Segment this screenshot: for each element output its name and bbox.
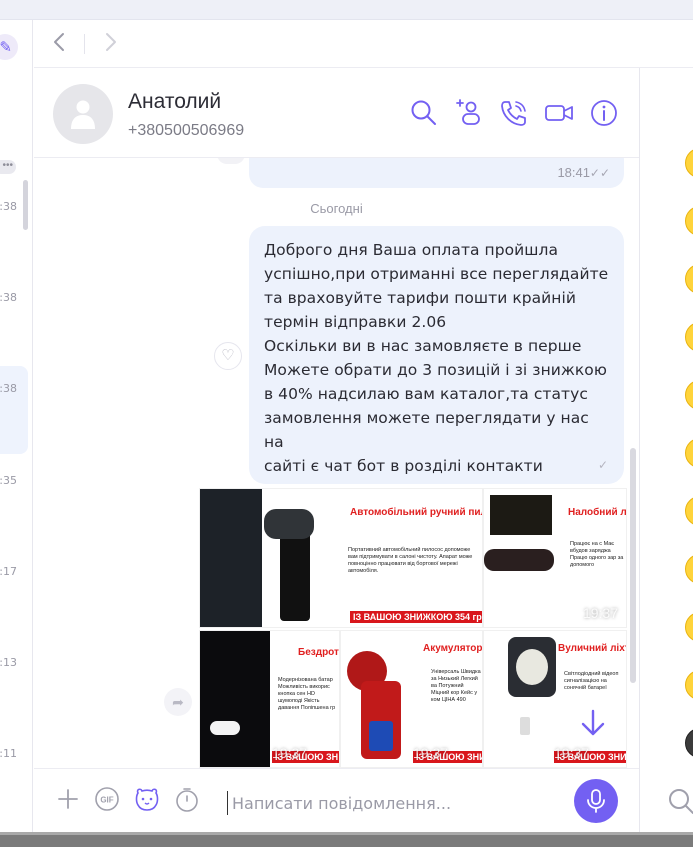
avatar[interactable]	[53, 84, 113, 144]
delivered-check-icon: ✓✓	[589, 166, 610, 180]
chat-time: 5:11	[0, 747, 17, 760]
plus-icon[interactable]	[56, 787, 80, 816]
photo-grid: Автомобільний ручний пилосос Портативний…	[199, 488, 627, 768]
emoji-icon[interactable]	[685, 554, 693, 584]
photo-vacuum[interactable]: Автомобільний ручний пилосос Портативний…	[199, 488, 483, 628]
emoji-icon[interactable]	[685, 496, 693, 526]
message-bubble[interactable]: Доброго дня Ваша оплата пройшла успішно,…	[249, 226, 624, 484]
chat-time: 5:17	[0, 565, 17, 578]
info-icon[interactable]	[589, 98, 619, 128]
messages-scrollbar[interactable]	[630, 448, 636, 683]
gif-icon[interactable]: GIF	[94, 787, 120, 816]
chat-time: 8:35	[0, 474, 17, 487]
viber-window: ✎ ••• 9:38 9:38 9:38 8:35 5:17 5:13 5:11…	[0, 0, 693, 847]
emoji-icon[interactable]	[685, 438, 693, 468]
like-icon[interactable]	[217, 158, 245, 164]
photo-street-lamp[interactable]: Вуличний ліхтар у в Світлодіодний відеоп…	[483, 630, 627, 768]
video-call-icon[interactable]	[544, 98, 574, 128]
photo-description: Універсаль Швидка за Низький Легкий ва П…	[431, 669, 481, 703]
day-separator: Сьогодні	[34, 201, 639, 216]
emoji-icon[interactable]	[685, 148, 693, 178]
sticker-icon[interactable]	[134, 787, 160, 816]
heart-icon[interactable]: ♡	[214, 342, 242, 370]
scroll-down-arrow-icon[interactable]	[571, 701, 615, 745]
chat-list-scrollbar[interactable]	[23, 180, 28, 230]
previous-message-bubble[interactable]: 18:41 ✓✓	[249, 158, 624, 188]
selected-chat-highlight[interactable]	[0, 366, 28, 454]
share-icon[interactable]: ➦	[164, 688, 192, 716]
chat-list-panel: ✎ ••• 9:38 9:38 9:38 8:35 5:17 5:13 5:11	[0, 20, 33, 832]
photo-title: Вуличний ліхтар у в	[558, 643, 626, 654]
message-input[interactable]	[227, 791, 547, 815]
emoji-icon[interactable]	[685, 206, 693, 236]
add-participant-icon[interactable]	[454, 98, 484, 128]
photo-title: Бездрото	[298, 647, 339, 658]
search-icon[interactable]	[666, 786, 693, 821]
photo-description: Модернізована батар Можливість викорис к…	[278, 677, 336, 711]
compose-icon[interactable]: ✎	[0, 34, 18, 60]
photo-title: Автомобільний ручний пилосос	[350, 507, 482, 518]
voice-call-icon[interactable]	[499, 98, 529, 128]
photo-description: Світлодіодний відеоп сигналізацією на со…	[564, 671, 619, 691]
message-composer: GIF	[34, 768, 639, 832]
emoji-icon[interactable]	[685, 322, 693, 352]
chat-header: Анатолий +380500506969	[34, 68, 639, 158]
timer-icon[interactable]	[174, 787, 200, 818]
search-icon[interactable]	[409, 98, 439, 128]
emoji-icon[interactable]	[685, 670, 693, 700]
sticker-panel	[639, 68, 693, 832]
emoji-icon[interactable]	[685, 612, 693, 642]
microphone-button[interactable]	[574, 779, 618, 823]
chat-time: 5:13	[0, 656, 17, 669]
photo-time: 19:37	[582, 605, 618, 621]
chat-time: 9:38	[0, 382, 17, 395]
window-bottom-strip	[0, 832, 693, 847]
photo-description: Працює на с Має вбудов заряджа Працю одн…	[570, 541, 624, 568]
photo-time: 19:37	[413, 745, 449, 761]
message-time: 18:41	[557, 165, 590, 180]
message-text: Доброго дня Ваша оплата пройшла успішно,…	[264, 241, 609, 475]
emoji-icon[interactable]	[685, 264, 693, 294]
svg-text:GIF: GIF	[100, 796, 113, 805]
sent-check-icon: ✓	[597, 458, 608, 472]
photo-time: 19:37	[272, 745, 308, 761]
photo-headlamp[interactable]: Налобний лі Працює на с Має вбудов заряд…	[483, 488, 627, 628]
photo-description: Портативний автомобільний пилосос допомо…	[348, 547, 473, 574]
contact-phone: +380500506969	[128, 122, 245, 139]
chevron-right-icon[interactable]	[100, 31, 122, 55]
navigation-bar	[34, 20, 693, 68]
photo-title: Акумуляторна б	[423, 643, 483, 654]
chat-time: 9:38	[0, 291, 17, 304]
contact-name[interactable]: Анатолий	[128, 90, 221, 114]
emoji-icon[interactable]	[685, 380, 693, 410]
photo-title: Налобний лі	[568, 507, 627, 518]
photo-grinder[interactable]: Акумуляторна б Універсаль Швидка за Низь…	[340, 630, 483, 768]
chevron-left-icon[interactable]	[50, 31, 72, 55]
emoji-icon[interactable]	[685, 728, 693, 758]
window-top-strip	[0, 0, 693, 20]
messages-area[interactable]: 18:41 ✓✓ Сьогодні ♡ Доброго дня Ваша опл…	[34, 158, 639, 768]
person-icon	[71, 100, 95, 129]
chat-time: 9:38	[0, 200, 17, 213]
nav-divider	[84, 34, 85, 54]
photo-time: 19:37	[554, 745, 590, 761]
more-badge: •••	[0, 160, 16, 174]
photo-earbuds[interactable]: Бездрото Модернізована батар Можливість …	[199, 630, 340, 768]
photo-promo: ІЗ ВАШОЮ ЗНИЖКОЮ 354 грн	[350, 611, 482, 623]
day-separator-label: Сьогодні	[310, 201, 363, 216]
microphone-icon	[587, 789, 605, 813]
